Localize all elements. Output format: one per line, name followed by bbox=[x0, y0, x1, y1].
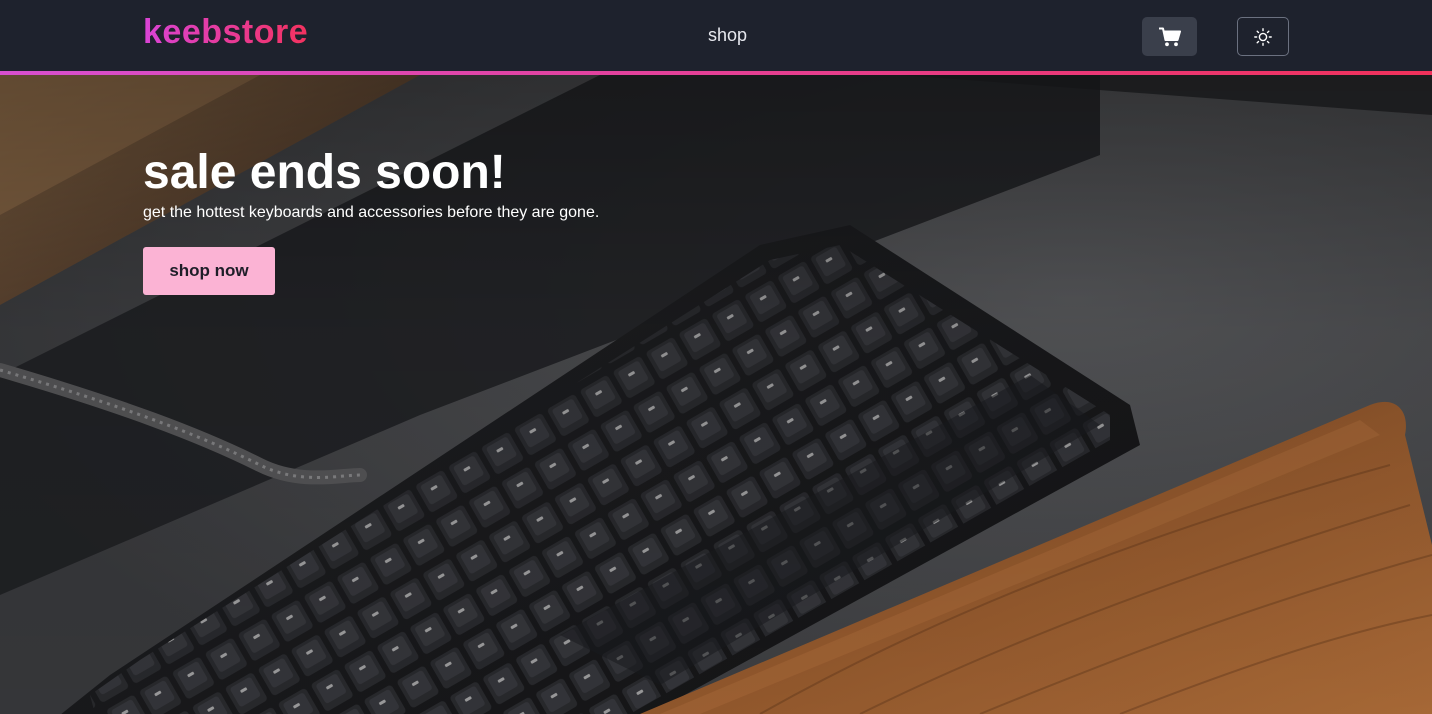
hero-subtitle: get the hottest keyboards and accessorie… bbox=[143, 204, 600, 221]
theme-toggle-button[interactable] bbox=[1237, 17, 1289, 56]
navbar-gradient-border bbox=[0, 71, 1432, 75]
sun-icon bbox=[1254, 27, 1272, 46]
nav-link-shop[interactable]: shop bbox=[708, 24, 747, 46]
hero-title: sale ends soon! bbox=[143, 146, 506, 199]
top-navbar: keebstore shop bbox=[0, 0, 1432, 71]
shopping-cart-icon bbox=[1158, 27, 1181, 46]
brand-logo[interactable]: keebstore bbox=[143, 12, 308, 52]
cart-button[interactable] bbox=[1142, 17, 1197, 56]
shop-now-button[interactable]: shop now bbox=[143, 247, 275, 295]
hero-banner: sale ends soon! get the hottest keyboard… bbox=[0, 75, 1432, 714]
